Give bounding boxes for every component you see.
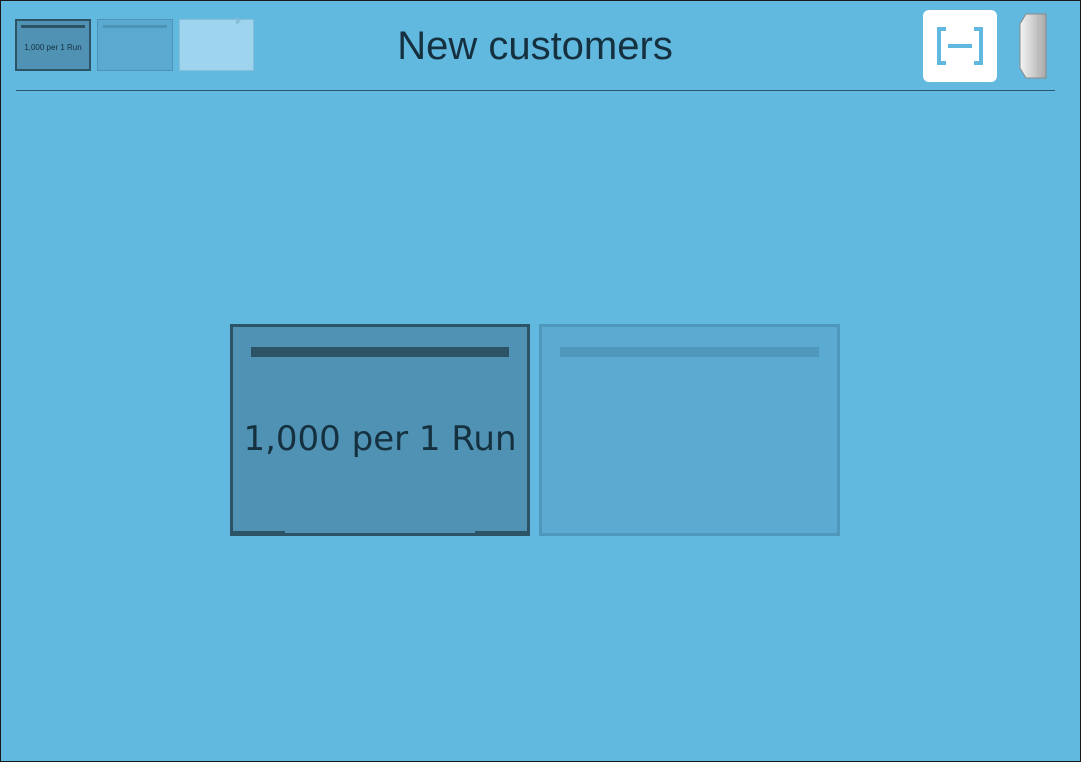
header-divider [16, 90, 1055, 91]
fullscreen-button[interactable] [923, 10, 997, 82]
thumbnail-2[interactable] [97, 19, 173, 71]
fullscreen-bracket-icon [937, 27, 983, 65]
card-corner [475, 531, 527, 536]
thumbnail-marker-icon [236, 17, 241, 25]
thumbnail-corner [163, 64, 173, 71]
thumbnail-label: 1,000 per 1 Run [24, 43, 82, 52]
thumbnail-corner [97, 64, 107, 71]
thumbnail-bar [103, 25, 167, 28]
card-title-bar [251, 347, 509, 357]
card-value: 1,000 per 1 Run [243, 419, 517, 459]
thumbnail-corner [15, 63, 26, 71]
page-title: New customers [397, 24, 673, 68]
panel-handle-icon[interactable] [1018, 12, 1048, 80]
thumbnail-1[interactable]: 1,000 per 1 Run [15, 19, 91, 71]
widget-card-inactive[interactable] [539, 324, 840, 536]
thumbnail-3[interactable] [179, 17, 254, 71]
card-title-bar [560, 347, 819, 357]
widget-card-selected[interactable]: 1,000 per 1 Run [230, 324, 530, 536]
thumbnail-bar [21, 25, 85, 28]
thumbnail-corner [80, 63, 91, 71]
card-corner [233, 531, 285, 536]
